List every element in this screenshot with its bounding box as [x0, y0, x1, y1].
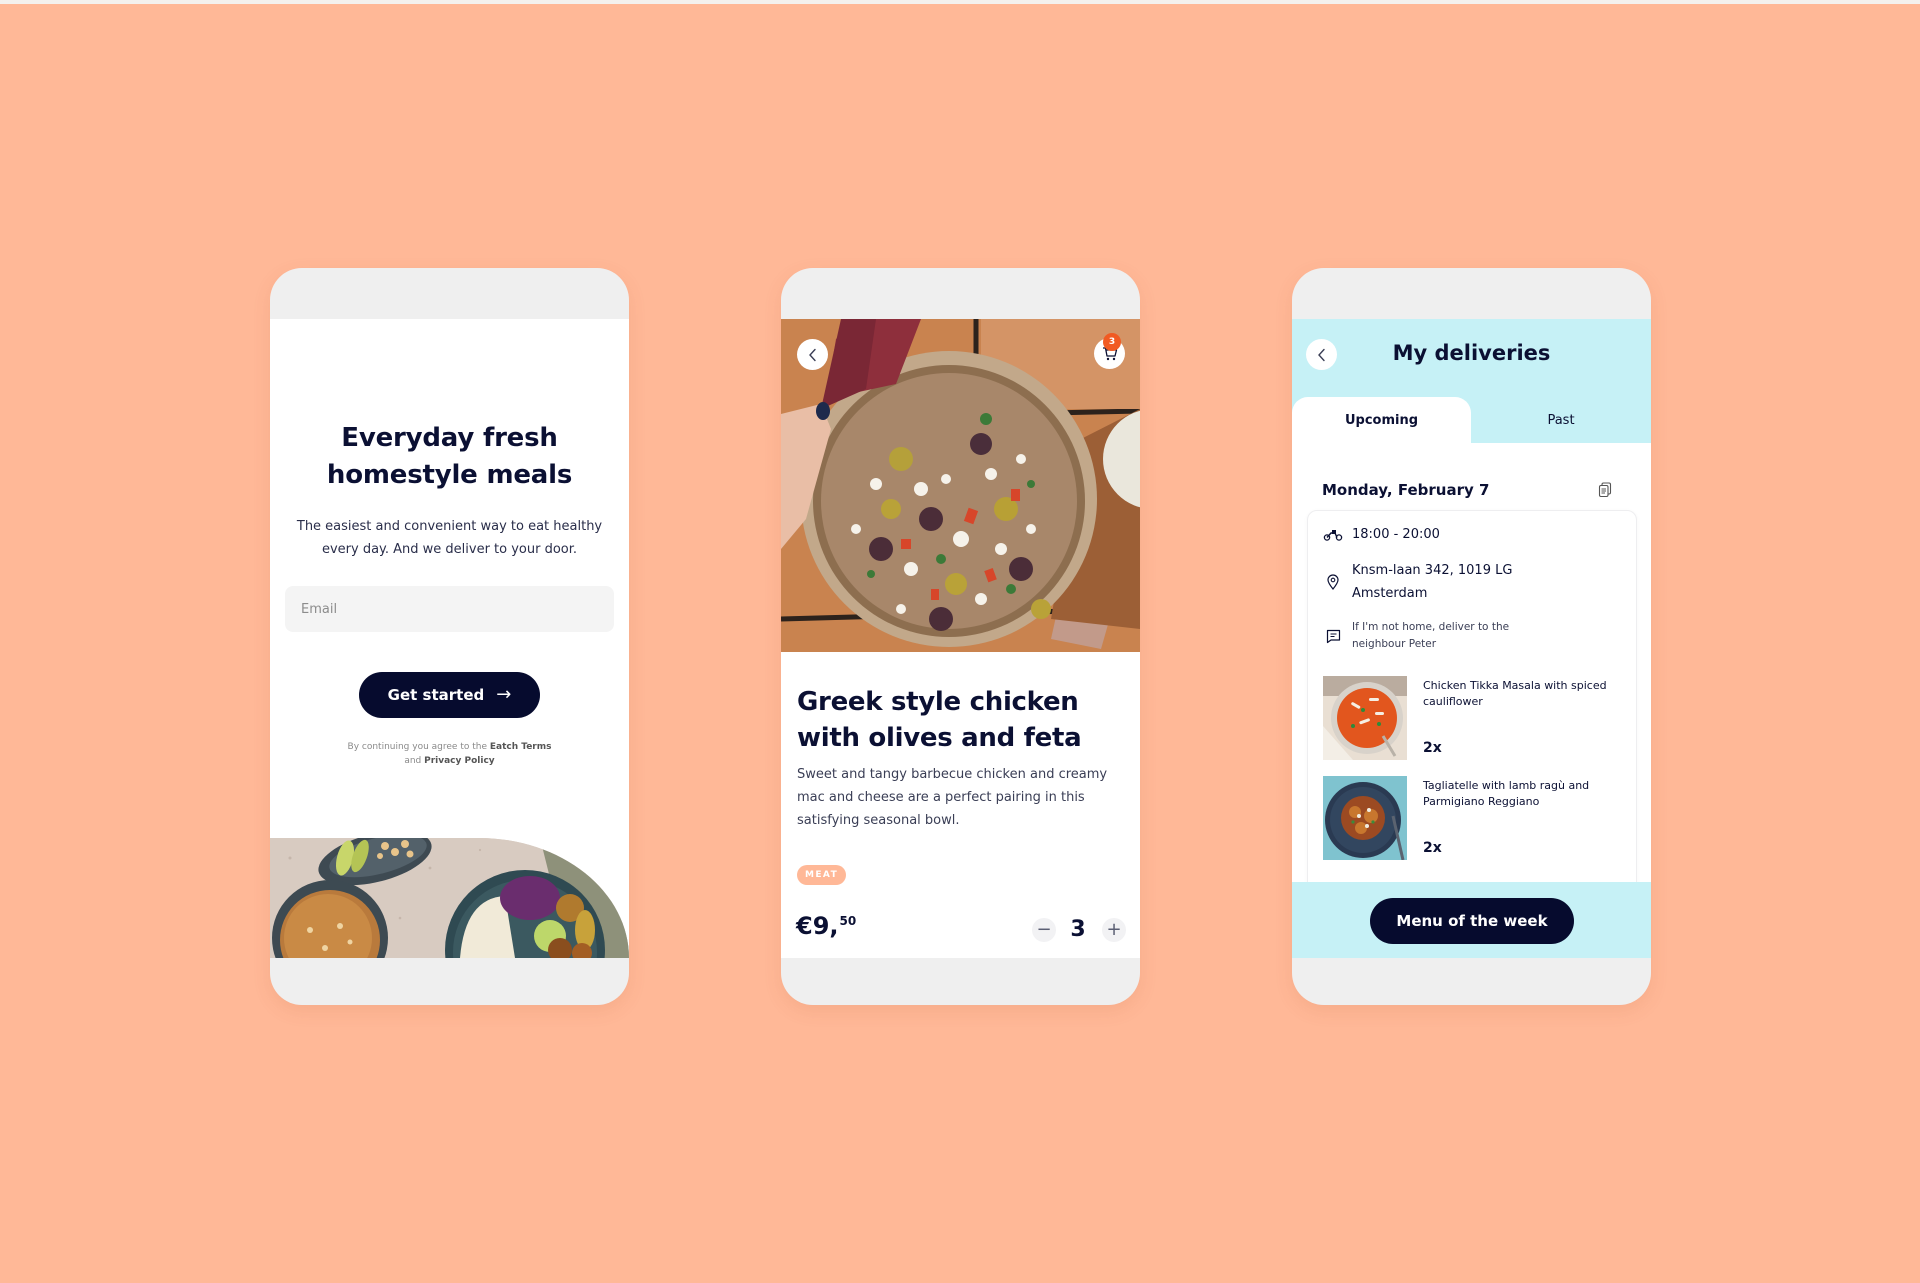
price-cents: 50 [839, 914, 857, 928]
delivery-card: 18:00 - 20:00 Knsm-laan 342, 1019 LG Ams… [1307, 510, 1637, 900]
price-main: €9, [796, 912, 839, 940]
cart-count-badge: 3 [1103, 333, 1121, 351]
address-line-1: Knsm-laan 342, 1019 LG [1352, 563, 1513, 578]
product-price: €9, 50 [796, 912, 856, 940]
note-line-2: neighbour Peter [1352, 638, 1437, 650]
tab-upcoming-label: Upcoming [1344, 412, 1419, 428]
phone-deliveries: My deliveries Upcoming Past Monday, Febr… [1292, 268, 1651, 1005]
note-line-1: If I'm not home, deliver to the [1352, 621, 1510, 633]
address-line-2: Amsterdam [1352, 586, 1428, 601]
terms-and: and [404, 756, 422, 766]
title-line-2: homestyle meals [326, 460, 573, 490]
onboarding-screen: Everyday fresh homestyle meals The easie… [270, 319, 629, 958]
plus-icon: + [1106, 919, 1122, 940]
message-icon [1322, 629, 1344, 644]
top-strip [0, 0, 1920, 4]
meal-thumbnail [1323, 676, 1407, 760]
product-title-line-2: with olives and feta [797, 723, 1082, 753]
meal-item[interactable]: Chicken Tikka Masala with spiced caulifl… [1323, 676, 1623, 760]
delivery-note: If I'm not home, deliver to the neighbou… [1352, 619, 1509, 653]
deliveries-footer: Menu of the week [1292, 882, 1651, 958]
onboarding-hero-image [270, 838, 629, 958]
product-title-line-1: Greek style chicken [797, 687, 1079, 717]
meal-quantity: 2x [1423, 840, 1442, 856]
email-field[interactable] [285, 586, 614, 632]
get-started-button[interactable]: Get started → [359, 672, 540, 718]
meal-thumbnail [1323, 776, 1407, 860]
documents-icon [1598, 482, 1612, 498]
delivery-time-row: 18:00 - 20:00 [1322, 527, 1440, 542]
documents-button[interactable] [1598, 482, 1612, 502]
delivery-address: Knsm-laan 342, 1019 LG Amsterdam [1352, 559, 1512, 605]
privacy-policy-link[interactable]: Privacy Policy [424, 756, 495, 766]
chevron-left-icon [808, 348, 816, 361]
deliveries-screen: My deliveries Upcoming Past Monday, Febr… [1292, 319, 1651, 958]
meal-name: Chicken Tikka Masala with spiced caulifl… [1423, 679, 1607, 708]
product-photo [781, 319, 1140, 652]
onboarding-subtitle: The easiest and convenient way to eat he… [296, 519, 603, 557]
arrow-right-icon: → [496, 684, 512, 705]
phone-product: 3 Greek style chicken with olives and fe… [781, 268, 1140, 1005]
delivery-note-row: If I'm not home, deliver to the neighbou… [1322, 619, 1509, 653]
terms-text: By continuing you agree to the Eatch Ter… [270, 740, 629, 768]
delivery-time: 18:00 - 20:00 [1352, 527, 1440, 542]
meal-quantity: 2x [1423, 740, 1442, 756]
meal-item[interactable]: Tagliatelle with lamb ragù and Parmigian… [1323, 776, 1623, 860]
decrease-quantity-button[interactable]: − [1032, 918, 1056, 942]
increase-quantity-button[interactable]: + [1102, 918, 1126, 942]
product-description: Sweet and tangy barbecue chicken and cre… [797, 767, 1108, 828]
quantity-value: 3 [1070, 917, 1086, 942]
deliveries-header: My deliveries Upcoming Past [1292, 319, 1651, 443]
category-tag: MEAT [797, 865, 847, 885]
onboarding-title: Everyday fresh homestyle meals [270, 420, 629, 494]
tab-upcoming[interactable]: Upcoming [1292, 397, 1471, 443]
title-line-1: Everyday fresh [341, 423, 558, 453]
product-title: Greek style chicken with olives and feta [797, 684, 1127, 756]
tab-past-label: Past [1547, 412, 1575, 428]
delivery-address-row: Knsm-laan 342, 1019 LG Amsterdam [1322, 559, 1512, 605]
terms-prefix: By continuing you agree to the [347, 742, 487, 752]
phone-onboarding: Everyday fresh homestyle meals The easie… [270, 268, 629, 1005]
terms-link[interactable]: Eatch Terms [490, 742, 552, 752]
back-button[interactable] [797, 339, 828, 370]
menu-of-the-week-button[interactable]: Menu of the week [1370, 898, 1574, 944]
page-title: My deliveries [1392, 341, 1551, 365]
minus-icon: − [1036, 919, 1052, 940]
tab-past[interactable]: Past [1471, 397, 1651, 443]
location-pin-icon [1322, 574, 1344, 590]
meal-name: Tagliatelle with lamb ragù and Parmigian… [1423, 779, 1590, 808]
delivery-date: Monday, February 7 [1322, 481, 1490, 499]
product-screen: 3 Greek style chicken with olives and fe… [781, 319, 1140, 958]
scooter-icon [1322, 529, 1344, 541]
get-started-label: Get started [387, 686, 485, 704]
